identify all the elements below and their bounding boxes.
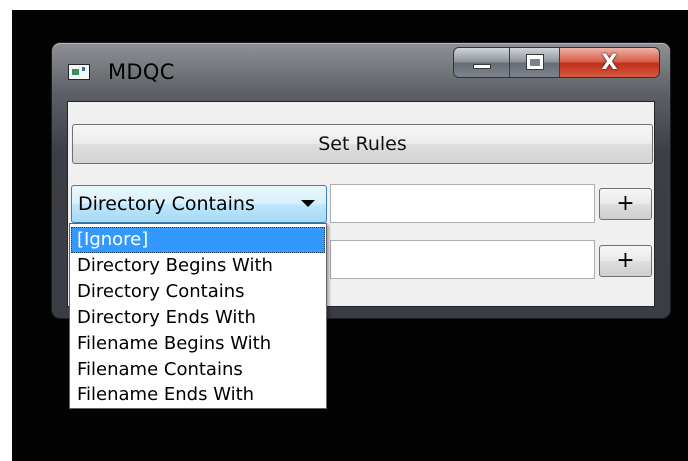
rule-value-input-2[interactable] [330,240,595,279]
set-rules-button[interactable]: Set Rules [72,124,653,164]
maximize-button[interactable] [510,48,560,77]
add-rule-button[interactable]: + [599,188,652,220]
maximize-icon [526,54,544,70]
window-title: MDQC [108,60,175,84]
rule-type-value: Directory Contains [78,193,255,215]
dropdown-option-filename-begins-with[interactable]: Filename Begins With [71,331,325,357]
minimize-button[interactable] [454,48,510,77]
chevron-down-icon[interactable] [301,200,315,207]
app-icon[interactable] [68,64,90,80]
dropdown-option-filename-contains[interactable]: Filename Contains [71,357,325,383]
close-button[interactable]: X [560,48,659,77]
dropdown-option-directory-contains[interactable]: Directory Contains [71,279,325,305]
dropdown-option-directory-ends-with[interactable]: Directory Ends With [71,305,325,331]
minimize-icon [473,64,491,69]
dropdown-option-filename-ends-with[interactable]: Filename Ends With [71,382,325,408]
dropdown-option-directory-begins-with[interactable]: Directory Begins With [71,253,325,279]
title-bar[interactable]: MDQC X [52,43,670,95]
add-rule-button-2[interactable]: + [599,245,652,277]
caption-buttons: X [453,47,660,78]
rule-type-select[interactable]: Directory Contains [71,185,327,223]
rule-value-input[interactable] [330,184,595,223]
dropdown-option-ignore[interactable]: [Ignore] [71,227,325,253]
close-icon: X [601,50,618,74]
rule-type-dropdown-list: [Ignore] Directory Begins With Directory… [69,223,327,409]
